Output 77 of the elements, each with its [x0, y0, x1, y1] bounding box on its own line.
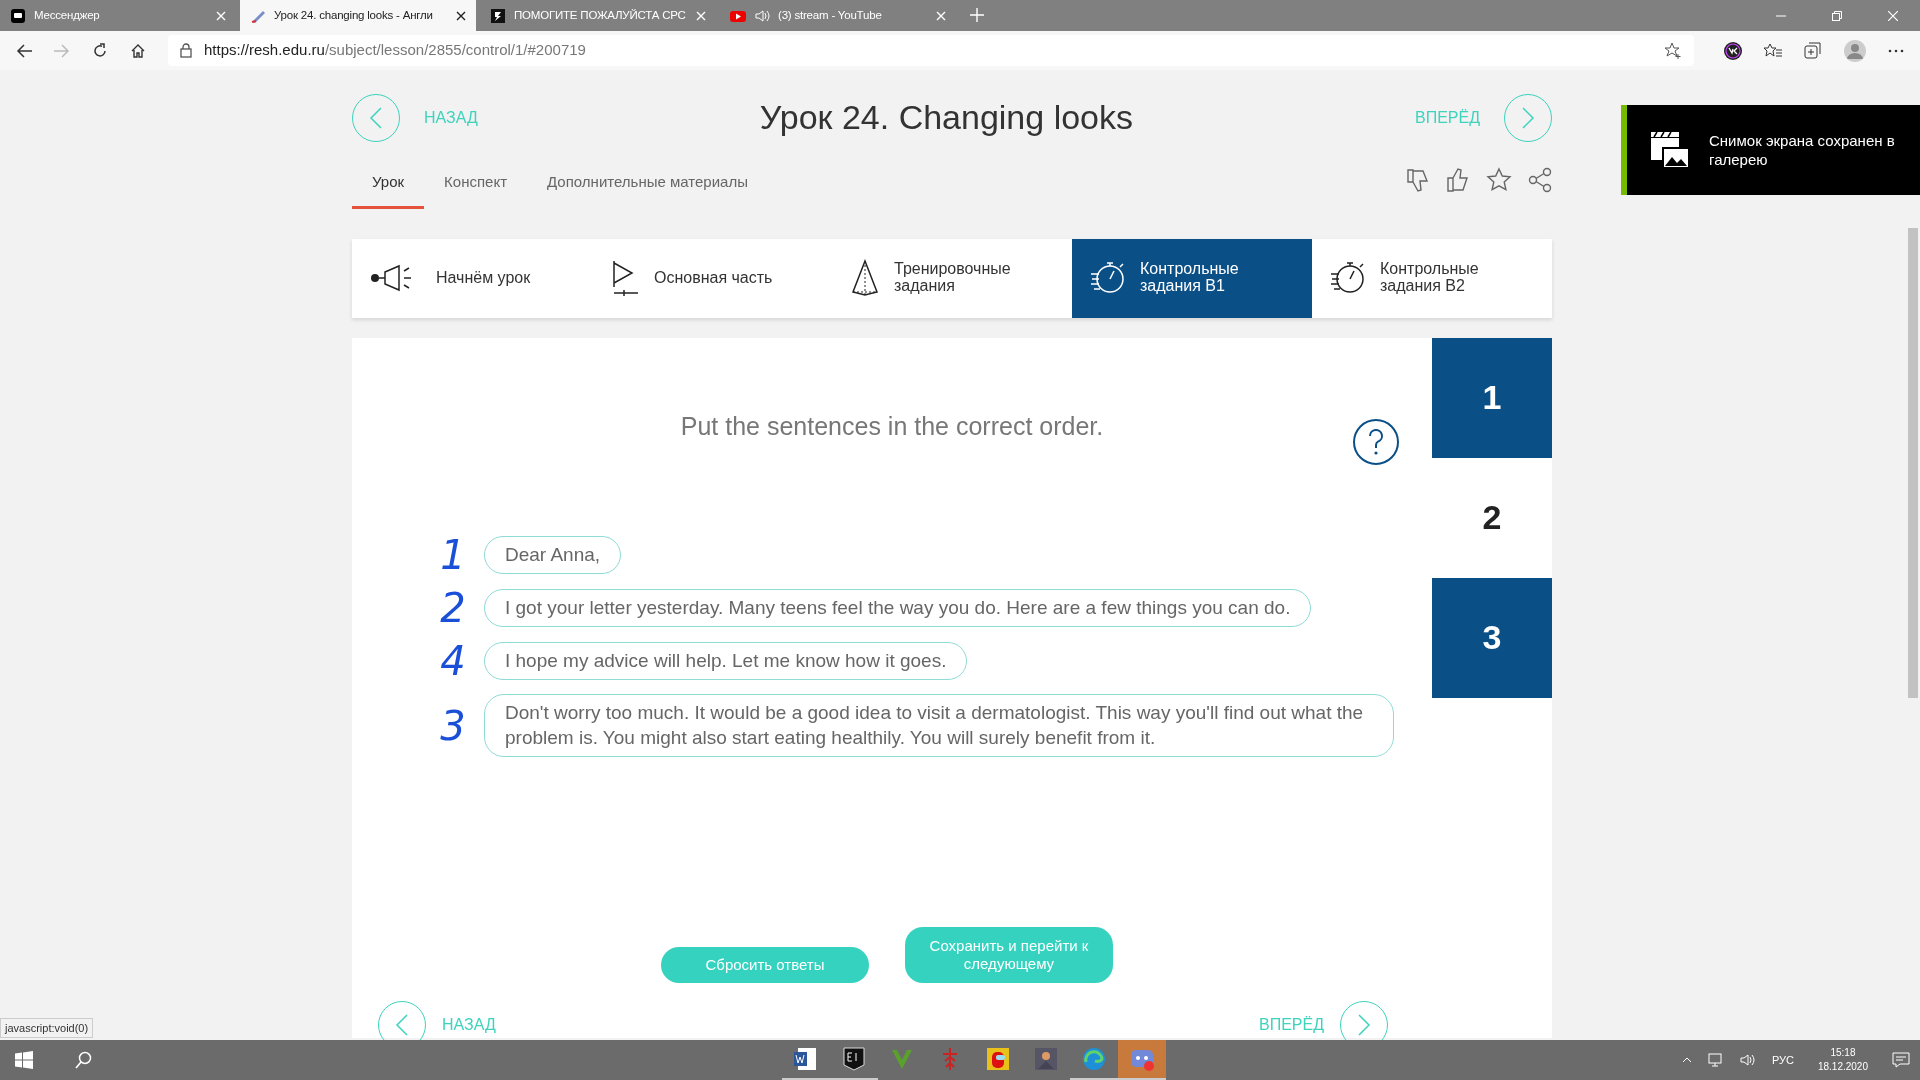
thumbs-down-icon[interactable] — [1406, 166, 1430, 193]
handwritten-number: 2 — [439, 588, 467, 628]
refresh-icon[interactable] — [92, 42, 108, 59]
favorites-icon[interactable] — [1764, 42, 1782, 59]
browser-tab[interactable]: Мессенджер — [0, 0, 236, 31]
star-icon[interactable] — [1486, 166, 1512, 193]
chevron-left-icon — [369, 106, 383, 129]
tab-title: Мессенджер — [34, 7, 101, 23]
lesson-section-tab[interactable]: Основная часть — [592, 238, 832, 318]
chevron-right-icon — [1521, 106, 1535, 129]
handwritten-number: 3 — [439, 705, 467, 746]
v-app-icon — [890, 1047, 914, 1071]
stopwatch-icon — [1090, 260, 1126, 296]
clock-time: 15:18 — [1829, 1046, 1857, 1060]
chevron-left-icon — [395, 1014, 409, 1037]
shield-app-icon — [842, 1047, 866, 1071]
clock-date: 18.12.2020 — [1817, 1060, 1868, 1074]
chevron-up-icon[interactable] — [1681, 1057, 1692, 1063]
more-icon[interactable] — [1888, 48, 1904, 53]
notification-icon[interactable] — [1892, 1052, 1910, 1068]
square-logo-icon — [490, 7, 506, 24]
crewmate-app-icon — [986, 1047, 1010, 1071]
lesson-section-tab[interactable]: Тренировочные задания — [832, 238, 1072, 318]
status-url: javascript:void(0) — [0, 1017, 94, 1038]
search-icon[interactable] — [75, 1051, 93, 1069]
thumbs-up-icon[interactable] — [1446, 166, 1470, 193]
speaker-icon[interactable] — [1739, 1053, 1756, 1067]
scrollbar[interactable] — [1908, 228, 1918, 698]
back-arrow-icon[interactable] — [16, 43, 32, 58]
sentence-card[interactable]: Don't worry too much. It would be a good idea to visit a dermatologist. This way you'll find out what the problem is. You might also start eating healthily. You will surely benefit from it. — [484, 694, 1394, 758]
profile-avatar-icon[interactable] — [1844, 39, 1866, 62]
browser-app-icon — [1082, 1047, 1106, 1071]
home-icon[interactable] — [130, 42, 146, 59]
star-plus-icon[interactable] — [1664, 41, 1682, 60]
task-instruction: Put the sentences in the correct order. — [679, 410, 1105, 442]
speaker-icon[interactable] — [754, 7, 770, 24]
start-icon[interactable] — [15, 1051, 33, 1069]
lesson-tab[interactable]: Конспект — [424, 165, 528, 209]
chat-bubble-icon — [10, 7, 26, 24]
lesson-section-tab[interactable]: Начнём урок — [352, 238, 592, 318]
clock[interactable]: 15:18 18.12.2020 — [1817, 1046, 1868, 1074]
tab-title: (3) stream - YouTube — [778, 7, 883, 23]
address-field[interactable]: https://resh.edu.ru/subject/lesson/2855/control/1/#200719 — [168, 35, 1694, 66]
lesson-tab[interactable]: Урок — [352, 165, 425, 209]
lesson-tab[interactable]: Дополнительные материалы — [527, 165, 768, 209]
lesson-title: Урок 24. Changing looks — [758, 97, 1134, 138]
question-number[interactable]: 3 — [1432, 577, 1552, 698]
chevron-right-icon — [1357, 1014, 1371, 1037]
vk-logo-icon[interactable] — [1724, 41, 1742, 60]
plus-icon[interactable] — [970, 8, 984, 22]
question-number[interactable]: 1 — [1432, 337, 1552, 458]
close-icon[interactable] — [456, 10, 466, 21]
handwritten-number: 1 — [439, 535, 467, 575]
chat-app-icon — [1130, 1047, 1154, 1071]
play-screen-icon — [610, 259, 640, 297]
stopwatch-icon — [1330, 260, 1366, 296]
browser-tab[interactable]: ПОМОГИТЕ ПОЖАЛУЙСТА СРС — [480, 0, 716, 31]
game-app-icon — [1034, 1047, 1058, 1071]
tab-title: ПОМОГИТЕ ПОЖАЛУЙСТА СРС — [514, 7, 687, 23]
share-icon[interactable] — [1528, 166, 1552, 193]
restore-icon[interactable] — [1832, 11, 1842, 21]
browser-tab[interactable]: (3) stream - YouTube — [720, 0, 956, 31]
lock-icon — [180, 43, 192, 58]
tab-title: Урок 24. changing looks - Англи — [274, 7, 434, 23]
url-text: https://resh.edu.ru/subject/lesson/2855/control/1/#200719 — [204, 40, 587, 61]
toast-message: Снимок экрана сохранен в галерею — [1709, 130, 1896, 170]
clapper-image-icon — [1649, 130, 1691, 170]
document-app-icon — [794, 1047, 818, 1071]
lesson-section-tab[interactable]: Контрольные задания В2 — [1312, 238, 1552, 318]
network-icon[interactable] — [1707, 1053, 1724, 1067]
pyramid-icon — [850, 259, 880, 297]
lesson-section-tab[interactable]: Контрольные задания В1 — [1072, 238, 1312, 318]
language-indicator[interactable]: РУС — [1771, 1051, 1794, 1069]
handwritten-number: 4 — [439, 641, 467, 681]
browser-tab[interactable]: Урок 24. changing looks - Англи — [240, 0, 476, 31]
collections-icon[interactable] — [1804, 41, 1822, 60]
help-icon[interactable] — [1352, 417, 1400, 466]
